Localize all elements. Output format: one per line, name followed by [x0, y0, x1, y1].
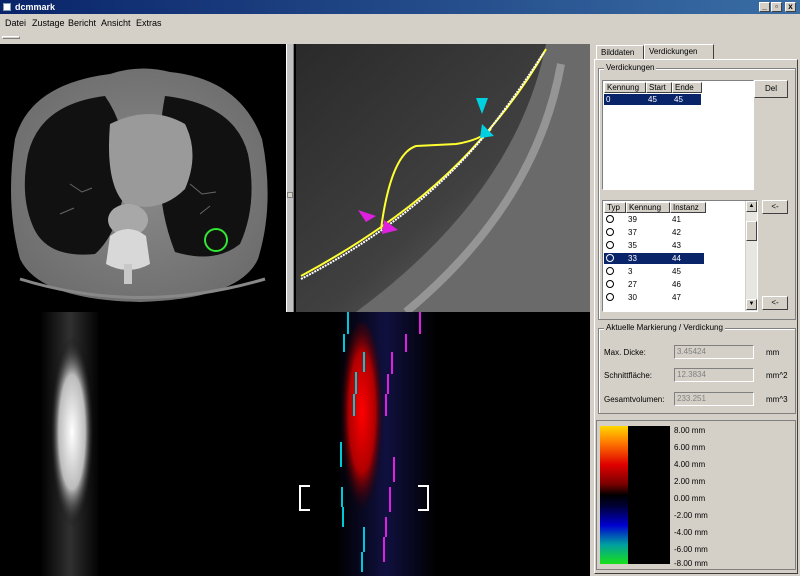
- title-bar: dcmmark _ ▫ x: [0, 0, 800, 14]
- menu-zustage[interactable]: Zustage: [32, 18, 65, 28]
- list-item[interactable]: 3 45: [604, 266, 744, 277]
- marker-icon: [606, 241, 614, 249]
- colorbar-gradient: [600, 426, 628, 564]
- colorbar-label: 8.00 mm: [674, 426, 706, 435]
- col-header-typ[interactable]: Typ: [604, 202, 626, 213]
- colorbar-label: 0.00 mm: [674, 494, 706, 503]
- marker-icon: [606, 293, 614, 301]
- scroll-up-arrow[interactable]: ▲: [746, 201, 757, 212]
- gesamtvolumen-unit: mm^3: [766, 395, 788, 404]
- cell-instanz: 44: [672, 254, 681, 263]
- menu-datei[interactable]: Datei: [5, 18, 26, 28]
- cell-instanz: 41: [672, 215, 681, 224]
- thickness-map-view[interactable]: [296, 312, 590, 576]
- instances-list[interactable]: Typ Kennung Instanz 39 41 37 42 35 43 33 44 …: [602, 200, 758, 312]
- scroll-down-arrow[interactable]: ▼: [746, 299, 757, 310]
- scroll-thumb[interactable]: [746, 221, 757, 241]
- colorbar-label: -4.00 mm: [674, 528, 708, 537]
- menu-bar: Datei Zustage Bericht Ansicht Extras: [0, 14, 800, 33]
- colorbar-label: -6.00 mm: [674, 545, 708, 554]
- move-left-button[interactable]: <-: [762, 200, 788, 214]
- colorbar-label: -8.00 mm: [674, 559, 708, 568]
- schnittflaeche-field[interactable]: 12.3834: [674, 368, 754, 382]
- list-item[interactable]: 35 43: [604, 240, 744, 251]
- cell-kennung: 35: [628, 241, 637, 250]
- list-item[interactable]: 30 47: [604, 292, 744, 303]
- max-dicke-field[interactable]: 3.45424: [674, 345, 754, 359]
- tab-verdickungen[interactable]: Verdickungen: [644, 44, 714, 60]
- gesamtvolumen-field[interactable]: 233.251: [674, 392, 754, 406]
- close-button[interactable]: x: [785, 2, 796, 12]
- toolbar-handle[interactable]: [2, 36, 20, 39]
- current-marking-legend: Aktuelle Markierung / Verdickung: [604, 323, 725, 332]
- cell-instanz: 45: [672, 267, 681, 276]
- colorbar-label: 2.00 mm: [674, 477, 706, 486]
- cell-instanz: 46: [672, 280, 681, 289]
- splitter-grip[interactable]: [287, 192, 293, 198]
- schnittflaeche-label: Schnittfläche:: [604, 371, 653, 380]
- app-icon: [3, 3, 11, 11]
- axial-ct-view[interactable]: [0, 44, 286, 312]
- move-left-button-2[interactable]: <-: [762, 296, 788, 310]
- max-dicke-label: Max. Dicke:: [604, 348, 646, 357]
- instances-scrollbar[interactable]: ▲ ▼: [745, 201, 757, 311]
- col-header-kennung[interactable]: Kennung: [604, 82, 646, 93]
- marker-icon: [606, 267, 614, 275]
- cell-ende: 45: [674, 95, 683, 104]
- sagittal-view[interactable]: [0, 312, 286, 576]
- max-dicke-unit: mm: [766, 348, 780, 357]
- cell-kennung: 0: [606, 95, 611, 104]
- colorbar-label: 4.00 mm: [674, 460, 706, 469]
- cell-kennung: 3: [628, 267, 633, 276]
- menu-extras[interactable]: Extras: [136, 18, 162, 28]
- colorbar-background: [628, 426, 670, 564]
- col-header-kennung[interactable]: Kennung: [626, 202, 670, 213]
- colorbar-label: 6.00 mm: [674, 443, 706, 452]
- colorbar-label: -2.00 mm: [674, 511, 708, 520]
- marker-icon: [606, 215, 614, 223]
- list-item[interactable]: 33 44: [604, 253, 704, 264]
- minimize-button[interactable]: _: [759, 2, 770, 12]
- col-header-ende[interactable]: Ende: [672, 82, 702, 93]
- marker-icon: [606, 254, 614, 262]
- gesamtvolumen-label: Gesamtvolumen:: [604, 395, 665, 404]
- cell-kennung: 33: [628, 254, 637, 263]
- col-header-instanz[interactable]: Instanz: [670, 202, 706, 213]
- cell-kennung: 30: [628, 293, 637, 302]
- verdickungen-list[interactable]: Kennung Start Ende 0 45 45: [602, 80, 754, 190]
- menu-bericht[interactable]: Bericht: [68, 18, 96, 28]
- tab-bilddaten[interactable]: Bilddaten: [596, 45, 644, 60]
- cell-kennung: 27: [628, 280, 637, 289]
- view-splitter[interactable]: [286, 44, 294, 312]
- col-header-start[interactable]: Start: [646, 82, 672, 93]
- maximize-button[interactable]: ▫: [771, 2, 782, 12]
- window-title: dcmmark: [15, 2, 56, 12]
- list-item[interactable]: 37 42: [604, 227, 744, 238]
- cell-instanz: 47: [672, 293, 681, 302]
- list-item[interactable]: 39 41: [604, 214, 744, 225]
- list-item[interactable]: 27 46: [604, 279, 744, 290]
- cell-start: 45: [648, 95, 657, 104]
- marker-icon: [606, 228, 614, 236]
- cell-kennung: 37: [628, 228, 637, 237]
- image-viewer: [0, 44, 590, 576]
- verdickungen-legend: Verdickungen: [604, 63, 657, 72]
- cell-instanz: 43: [672, 241, 681, 250]
- table-row[interactable]: 0 45 45: [604, 94, 701, 105]
- cell-kennung: 39: [628, 215, 637, 224]
- marker-icon: [606, 280, 614, 288]
- cell-instanz: 42: [672, 228, 681, 237]
- del-button[interactable]: Del: [754, 80, 788, 98]
- zoomed-detail-view[interactable]: [296, 44, 590, 312]
- menu-ansicht[interactable]: Ansicht: [101, 18, 131, 28]
- schnittflaeche-unit: mm^2: [766, 371, 788, 380]
